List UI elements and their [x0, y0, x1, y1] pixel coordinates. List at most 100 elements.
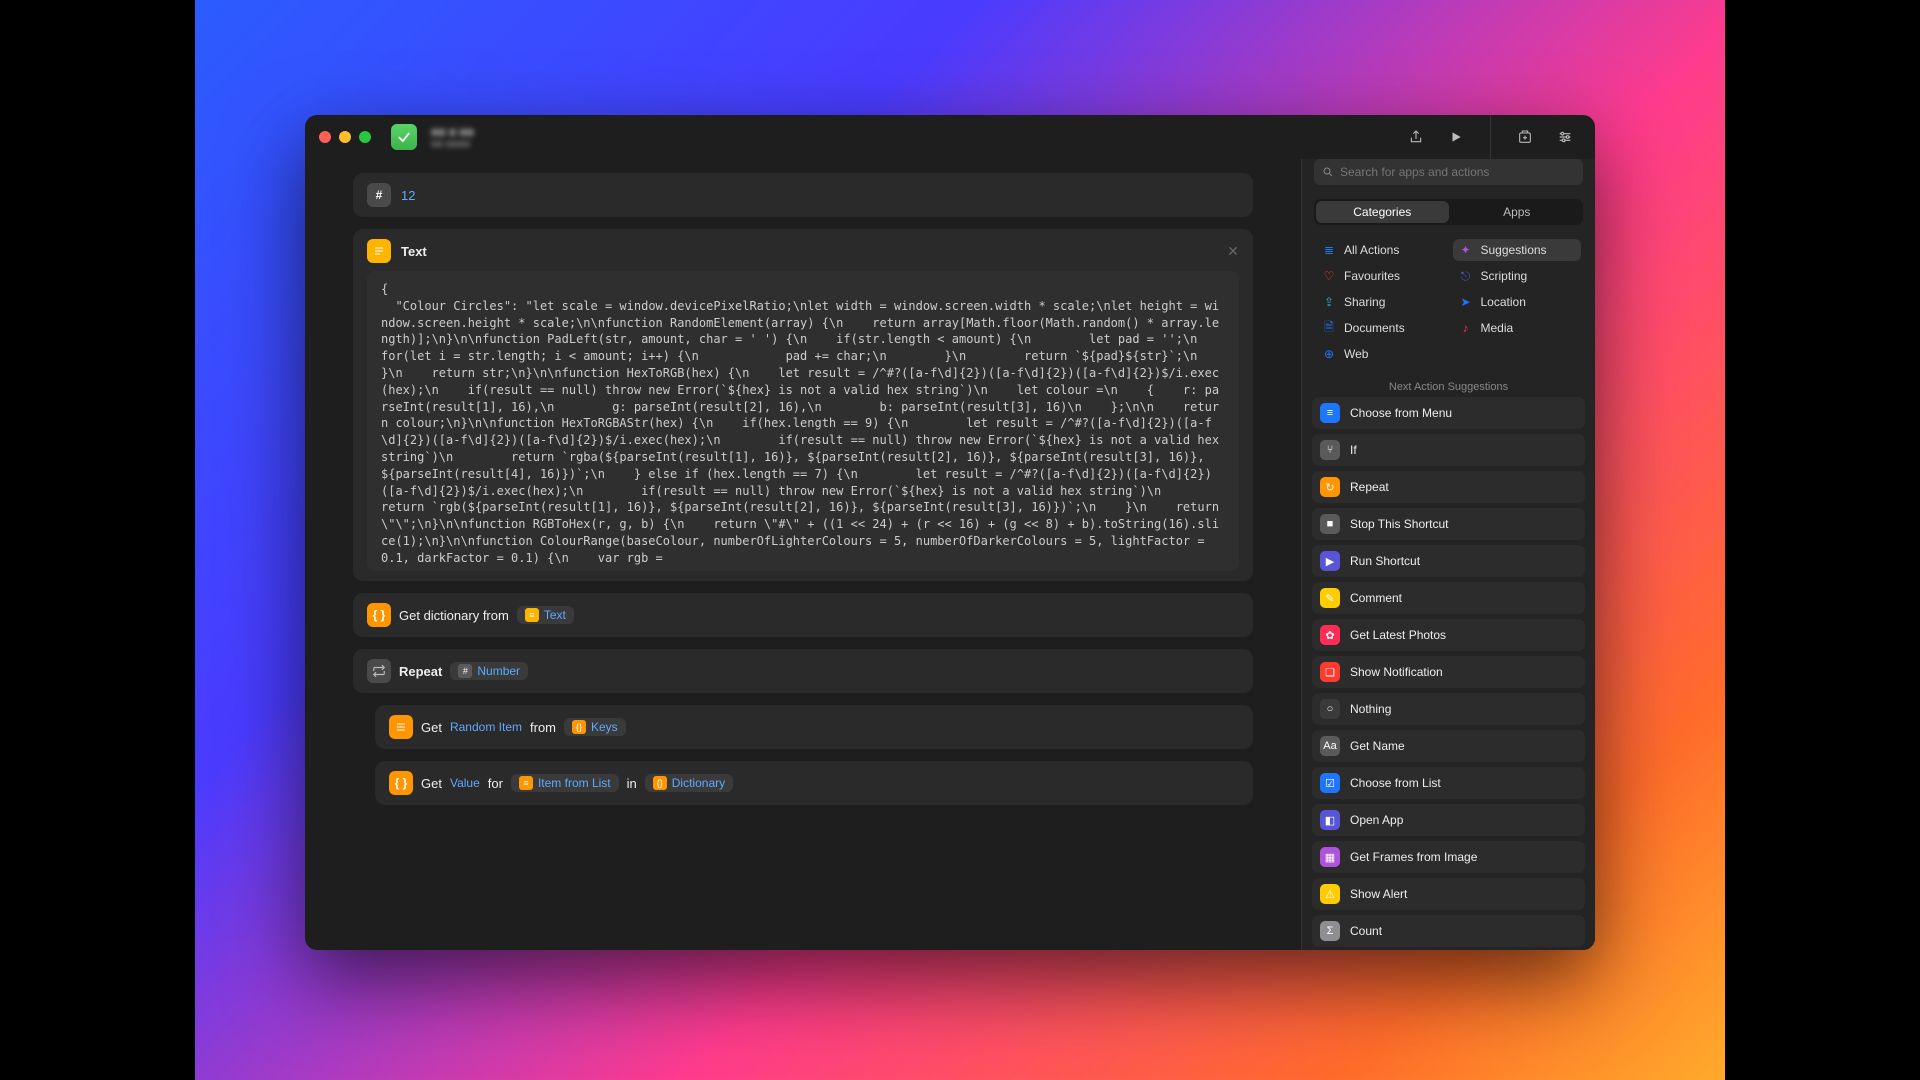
close-icon[interactable]: ✕ [1227, 243, 1239, 260]
for-label: for [488, 776, 503, 791]
category-web[interactable]: ⊕Web [1316, 343, 1445, 365]
category-label: Sharing [1344, 295, 1385, 309]
suggestion-stop-this-shortcut[interactable]: ■ Stop This Shortcut [1312, 508, 1585, 540]
value-token[interactable]: Value [450, 776, 480, 790]
category-location[interactable]: ➤Location [1453, 291, 1582, 313]
search-icon [1322, 166, 1334, 178]
suggestion-label: Comment [1350, 591, 1402, 605]
category-favourites[interactable]: ♡Favourites [1316, 265, 1445, 287]
suggestion-choose-from-menu[interactable]: ≡Choose from Menu [1312, 397, 1585, 429]
suggestion-comment[interactable]: ✎ Comment [1312, 582, 1585, 614]
suggestion-show-alert[interactable]: ⚠Show Alert [1312, 878, 1585, 910]
suggestion-label: If [1350, 443, 1357, 457]
search-field[interactable] [1314, 159, 1583, 185]
keys-token[interactable]: {} Keys [564, 718, 626, 736]
category-documents[interactable]: 🗎 Documents [1316, 317, 1445, 339]
suggestion-run-shortcut[interactable]: ▶Run Shortcut [1312, 545, 1585, 577]
suggestion-open-app[interactable]: ◧Open App [1312, 804, 1585, 836]
suggestion-icon: ❑ [1320, 662, 1340, 682]
window-body: # 12 Text ✕ { "Colour Circles": "let sca… [305, 159, 1595, 950]
category-icon: ⇪ [1322, 295, 1336, 309]
suggestion-label: Stop This Shortcut [1350, 517, 1449, 531]
action-library-sidebar: Categories Apps ≣ All Actions ✦Suggestions… [1301, 159, 1595, 950]
hash-icon: # [367, 183, 391, 207]
suggestion-nothing[interactable]: ○Nothing [1312, 693, 1585, 725]
suggestion-icon: ✿ [1320, 625, 1340, 645]
desktop-wallpaper: ■■ ■ ■■ ■■ ■■■■ # [195, 0, 1725, 1080]
category-icon: 🗎 [1322, 321, 1336, 335]
settings-icon[interactable] [1555, 127, 1575, 147]
close-window-button[interactable] [319, 131, 331, 143]
category-label: Scripting [1481, 269, 1528, 283]
suggestion-icon: ☑ [1320, 773, 1340, 793]
repeat-action[interactable]: Repeat # Number [353, 649, 1253, 693]
text-token[interactable]: ≡ Text [517, 606, 574, 624]
dictionary-token[interactable]: {} Dictionary [645, 774, 733, 792]
search-input[interactable] [1340, 165, 1575, 179]
text-action-title: Text [401, 244, 427, 259]
get-value-action[interactable]: { } Get Value for ≡ Item from List in {} [375, 761, 1253, 805]
suggestion-icon: ✎ [1320, 588, 1340, 608]
category-icon: ⎋ [1459, 269, 1473, 283]
category-sharing[interactable]: ⇪ Sharing [1316, 291, 1445, 313]
suggestion-choose-from-list[interactable]: ☑ Choose from List [1312, 767, 1585, 799]
suggestion-icon: Aa [1320, 736, 1340, 756]
keys-token-icon: {} [572, 720, 586, 734]
category-icon: ♪ [1459, 321, 1473, 335]
suggestion-label: Choose from List [1350, 776, 1441, 790]
library-icon[interactable] [1515, 127, 1535, 147]
zoom-window-button[interactable] [359, 131, 371, 143]
category-label: Location [1481, 295, 1526, 309]
action-prefix: Get dictionary from [399, 608, 509, 623]
category-suggestions[interactable]: ✦Suggestions [1453, 239, 1582, 261]
tab-categories[interactable]: Categories [1316, 201, 1449, 223]
get-verb: Get [421, 776, 442, 791]
dict-token-icon: {} [653, 776, 667, 790]
category-label: Media [1481, 321, 1514, 335]
text-icon [367, 239, 391, 263]
suggestion-repeat[interactable]: ↻Repeat [1312, 471, 1585, 503]
category-all-actions[interactable]: ≣ All Actions [1316, 239, 1445, 261]
number-token[interactable]: # Number [450, 662, 528, 680]
share-icon[interactable] [1406, 127, 1426, 147]
suggestion-icon: ■ [1320, 514, 1340, 534]
run-icon[interactable] [1446, 127, 1466, 147]
category-icon: ≣ [1322, 243, 1336, 257]
tab-apps[interactable]: Apps [1451, 199, 1584, 225]
suggestion-icon: ⑂ [1320, 440, 1340, 460]
suggestion-label: Count [1350, 924, 1382, 938]
suggestion-icon: Σ [1320, 921, 1340, 941]
random-item-token[interactable]: Random Item [450, 720, 522, 734]
suggestion-label: Run Shortcut [1350, 554, 1420, 568]
suggestion-label: Choose from Menu [1350, 406, 1452, 420]
category-label: All Actions [1344, 243, 1399, 257]
suggestion-get-latest-photos[interactable]: ✿Get Latest Photos [1312, 619, 1585, 651]
suggestions-header: Next Action Suggestions [1302, 373, 1595, 397]
category-scripting[interactable]: ⎋ Scripting [1453, 265, 1582, 287]
window-subtitle: ■■ ■■■■ [431, 139, 474, 150]
text-action[interactable]: Text ✕ { "Colour Circles": "let scale = … [353, 229, 1253, 581]
suggestions-list[interactable]: ≡Choose from Menu ⑂ If ↻Repeat ■ Stop This Sh… [1302, 397, 1595, 950]
list-icon [389, 715, 413, 739]
category-media[interactable]: ♪ Media [1453, 317, 1582, 339]
suggestion-label: Repeat [1350, 480, 1389, 494]
number-action[interactable]: # 12 [353, 173, 1253, 217]
minimize-window-button[interactable] [339, 131, 351, 143]
repeat-title: Repeat [399, 664, 442, 679]
suggestion-icon: ◧ [1320, 810, 1340, 830]
suggestion-get-name[interactable]: AaGet Name [1312, 730, 1585, 762]
category-label: Documents [1344, 321, 1405, 335]
suggestion-get-frames-from-image[interactable]: ▦Get Frames from Image [1312, 841, 1585, 873]
number-value[interactable]: 12 [401, 188, 415, 203]
get-random-item-action[interactable]: Get Random Item from {} Keys [375, 705, 1253, 749]
suggestion-icon: ⚠ [1320, 884, 1340, 904]
item-from-list-token[interactable]: ≡ Item from List [511, 774, 619, 792]
text-action-body[interactable]: { "Colour Circles": "let scale = window.… [367, 271, 1239, 571]
category-icon: ♡ [1322, 269, 1336, 283]
suggestion-show-notification[interactable]: ❑Show Notification [1312, 656, 1585, 688]
suggestion-if[interactable]: ⑂ If [1312, 434, 1585, 466]
library-tabs: Categories Apps [1314, 199, 1583, 225]
workflow-editor[interactable]: # 12 Text ✕ { "Colour Circles": "let sca… [305, 159, 1301, 950]
get-dictionary-action[interactable]: { } Get dictionary from ≡ Text [353, 593, 1253, 637]
suggestion-count[interactable]: Σ Count [1312, 915, 1585, 947]
